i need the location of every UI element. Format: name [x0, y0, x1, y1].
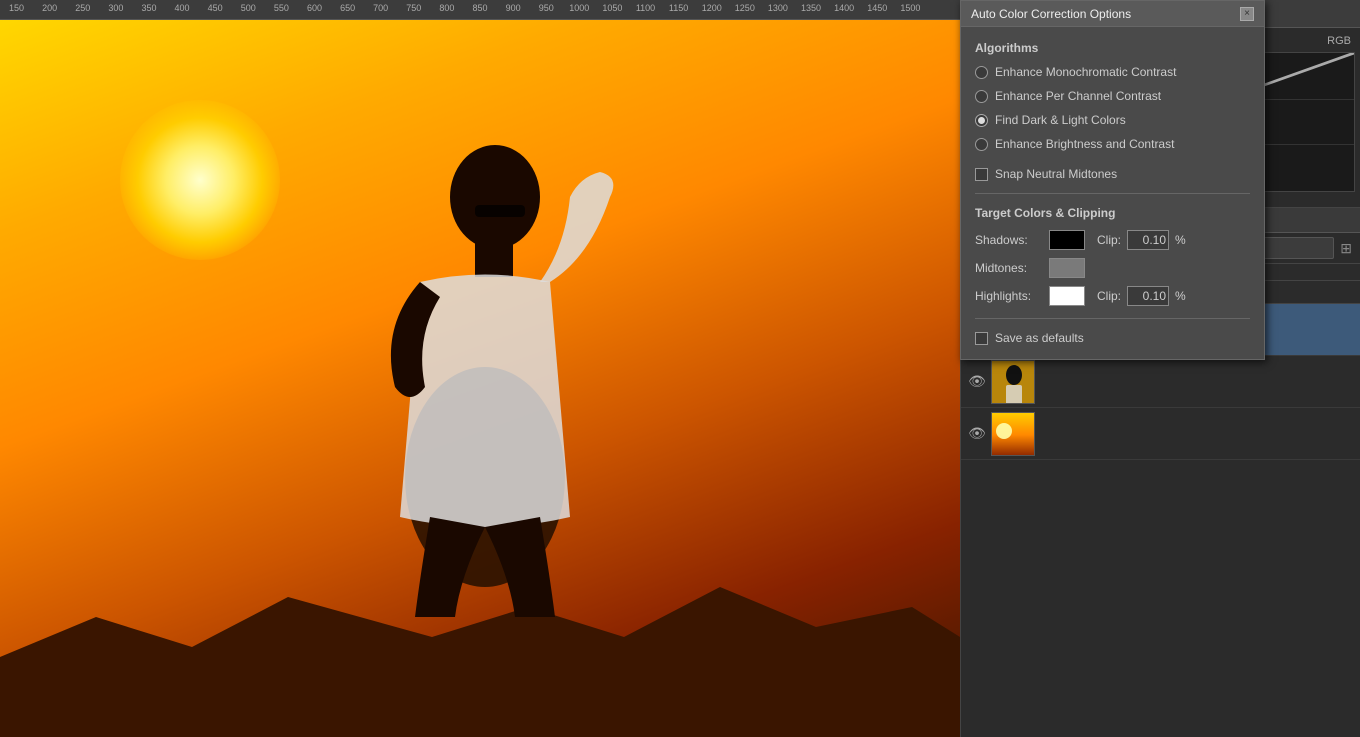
- radio-perchannel[interactable]: Enhance Per Channel Contrast: [975, 89, 1250, 103]
- dialog-body: Algorithms Enhance Monochromatic Contras…: [961, 27, 1264, 359]
- shadows-clip-label: Clip:: [1097, 233, 1121, 247]
- highlights-swatch[interactable]: [1049, 286, 1085, 306]
- filter-icon: ⊞: [1340, 240, 1352, 257]
- shadows-swatch[interactable]: [1049, 230, 1085, 250]
- sun-element: [120, 100, 280, 260]
- algorithms-label: Algorithms: [975, 41, 1250, 55]
- shadows-clip-input[interactable]: [1127, 230, 1169, 250]
- radio-mono[interactable]: Enhance Monochromatic Contrast: [975, 65, 1250, 79]
- target-colors-label: Target Colors & Clipping: [975, 206, 1250, 220]
- shadows-label: Shadows:: [975, 233, 1043, 247]
- radio-brightness-label: Enhance Brightness and Contrast: [995, 137, 1174, 151]
- dialog-close-button[interactable]: ×: [1240, 7, 1254, 21]
- sunset-image: [0, 20, 960, 737]
- algorithm-radio-group: Enhance Monochromatic Contrast Enhance P…: [975, 65, 1250, 151]
- highlights-row: Highlights: Clip: %: [975, 286, 1250, 306]
- snap-neutral-midtones-checkbox[interactable]: [975, 168, 988, 181]
- midtones-label: Midtones:: [975, 261, 1043, 275]
- highlights-percent: %: [1175, 289, 1186, 303]
- radio-finddarklightcolors-input[interactable]: [975, 114, 988, 127]
- highlights-label: Highlights:: [975, 289, 1043, 303]
- layer-2-thumb: [991, 360, 1035, 404]
- radio-perchannel-label: Enhance Per Channel Contrast: [995, 89, 1161, 103]
- layer-item-2[interactable]: 👁: [961, 356, 1360, 408]
- curves-rgb-label: RGB: [1327, 35, 1351, 47]
- layer-3-visibility[interactable]: 👁: [969, 426, 985, 442]
- person-silhouette: [300, 97, 670, 617]
- save-defaults-label: Save as defaults: [995, 331, 1084, 345]
- midtones-swatch[interactable]: [1049, 258, 1085, 278]
- layer-3-thumb: [991, 412, 1035, 456]
- shadows-row: Shadows: Clip: %: [975, 230, 1250, 250]
- dialog-divider2: [975, 318, 1250, 319]
- shadows-percent: %: [1175, 233, 1186, 247]
- dialog-title-bar: Auto Color Correction Options ×: [961, 1, 1264, 27]
- dialog-title: Auto Color Correction Options: [971, 7, 1131, 21]
- highlights-clip-label: Clip:: [1097, 289, 1121, 303]
- auto-color-correction-dialog: Auto Color Correction Options × Algorith…: [960, 0, 1265, 360]
- radio-brightness-input[interactable]: [975, 138, 988, 151]
- radio-perchannel-input[interactable]: [975, 90, 988, 103]
- dialog-divider: [975, 193, 1250, 194]
- snap-neutral-midtones-row[interactable]: Snap Neutral Midtones: [975, 167, 1250, 181]
- canvas-area: [0, 0, 960, 737]
- layer-2-visibility[interactable]: 👁: [969, 374, 985, 390]
- radio-finddarklightcolors[interactable]: Find Dark & Light Colors: [975, 113, 1250, 127]
- midtones-row: Midtones:: [975, 258, 1250, 278]
- save-defaults-checkbox[interactable]: [975, 332, 988, 345]
- highlights-clip-input[interactable]: [1127, 286, 1169, 306]
- save-defaults-row[interactable]: Save as defaults: [975, 331, 1250, 345]
- radio-mono-input[interactable]: [975, 66, 988, 79]
- radio-brightness[interactable]: Enhance Brightness and Contrast: [975, 137, 1250, 151]
- radio-mono-label: Enhance Monochromatic Contrast: [995, 65, 1176, 79]
- snap-neutral-midtones-label: Snap Neutral Midtones: [995, 167, 1117, 181]
- layer-item-3[interactable]: 👁: [961, 408, 1360, 460]
- radio-finddarklightcolors-label: Find Dark & Light Colors: [995, 113, 1126, 127]
